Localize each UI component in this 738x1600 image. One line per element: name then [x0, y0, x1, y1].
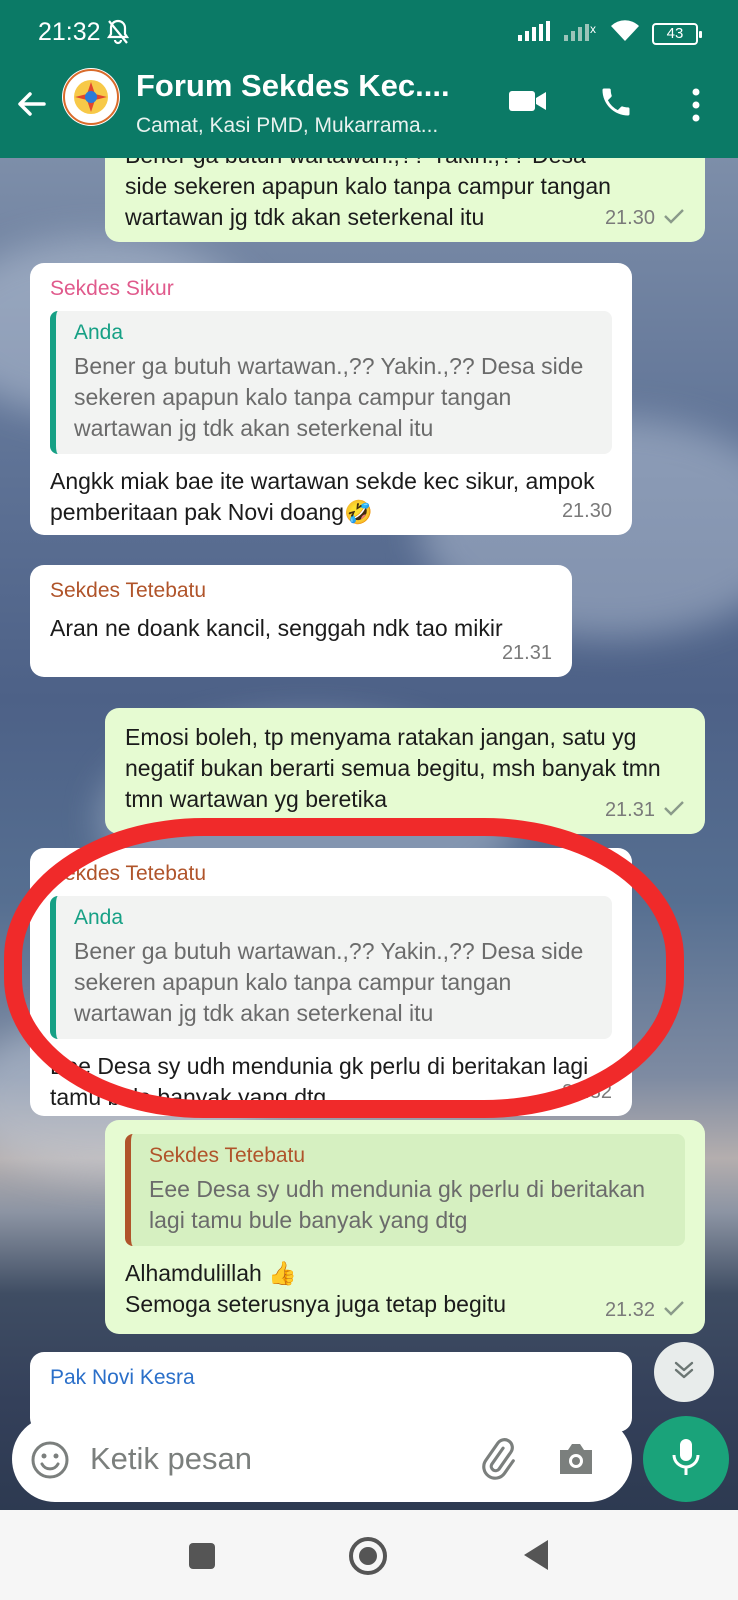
- message-bubble-outgoing[interactable]: Emosi boleh, tp menyama ratakan jangan, …: [105, 708, 705, 834]
- time-text: 21.31: [604, 799, 655, 821]
- emoji-icon[interactable]: [30, 1440, 70, 1485]
- signal-icon: [518, 21, 552, 46]
- quoted-sender: Anda: [74, 321, 124, 344]
- voice-call-icon[interactable]: [598, 84, 634, 125]
- quoted-text: Eee Desa sy udh mendunia gk perlu di ber…: [149, 1176, 646, 1233]
- attach-icon[interactable]: [476, 1438, 518, 1485]
- quoted-message[interactable]: Anda Bener ga butuh wartawan.,?? Yakin.,…: [50, 311, 612, 454]
- message-text: Bener ga butuh wartawan.,?? Yakin.,?? De…: [125, 158, 685, 233]
- message-bubble-outgoing[interactable]: Sekdes Tetebatu Eee Desa sy udh mendunia…: [105, 1120, 705, 1334]
- sent-check-icon: [663, 799, 685, 822]
- chat-wallpaper: Bener ga butuh wartawan.,?? Yakin.,?? De…: [0, 158, 738, 1510]
- wifi-icon: [610, 20, 640, 47]
- video-call-icon[interactable]: [508, 86, 548, 121]
- message-bubble-incoming[interactable]: Sekdes Tetebatu Anda Bener ga butuh wart…: [30, 848, 632, 1116]
- message-text: Emosi boleh, tp menyama ratakan jangan, …: [125, 724, 661, 812]
- quoted-text: Bener ga butuh wartawan.,?? Yakin.,?? De…: [74, 938, 584, 1026]
- status-icons: x 43: [518, 20, 702, 47]
- message-time: 21.31: [605, 799, 685, 822]
- sender-name: Sekdes Tetebatu: [50, 862, 207, 885]
- group-avatar[interactable]: [62, 68, 120, 126]
- sender-name: Sekdes Tetebatu: [50, 579, 207, 602]
- sender-name: Sekdes Sikur: [50, 277, 174, 300]
- message-text: Eee Desa sy udh mendunia gk perlu di ber…: [50, 1053, 589, 1110]
- quoted-sender: Anda: [74, 906, 124, 929]
- message-input[interactable]: [90, 1438, 470, 1480]
- group-title[interactable]: Forum Sekdes Kec....: [136, 68, 450, 104]
- quoted-sender: Sekdes Tetebatu: [149, 1144, 306, 1167]
- message-time: 21.32: [605, 1299, 685, 1322]
- message-text: Aran ne doank kancil, senggah ndk tao mi…: [50, 615, 503, 641]
- quoted-text: Bener ga butuh wartawan.,?? Yakin.,?? De…: [74, 353, 584, 441]
- sent-check-icon: [663, 1299, 685, 1322]
- bell-off-icon: [106, 18, 130, 51]
- message-line: side sekeren apapun kalo tanpa campur ta…: [125, 173, 611, 199]
- home-circle-icon[interactable]: [348, 1536, 388, 1581]
- message-time: 21.30: [605, 207, 685, 230]
- double-chevron-down-icon: [671, 1357, 697, 1388]
- message-line: Bener ga butuh wartawan.,?? Yakin.,?? De…: [125, 158, 685, 171]
- time-text: 21.30: [604, 207, 655, 229]
- quoted-message[interactable]: Anda Bener ga butuh wartawan.,?? Yakin.,…: [50, 896, 612, 1039]
- back-arrow-icon[interactable]: [14, 86, 50, 127]
- sent-check-icon: [663, 207, 685, 230]
- sender-name: Pak Novi Kesra: [50, 1366, 195, 1389]
- message-text: Alhamdulillah 👍 Semoga seterusnya juga t…: [125, 1260, 507, 1317]
- voice-record-button[interactable]: [643, 1416, 729, 1502]
- recents-square-icon[interactable]: [188, 1542, 216, 1575]
- message-time: 21.32: [561, 1081, 612, 1103]
- scroll-to-bottom-button[interactable]: [654, 1342, 714, 1402]
- camera-icon[interactable]: [556, 1440, 596, 1483]
- message-bubble-outgoing[interactable]: Bener ga butuh wartawan.,?? Yakin.,?? De…: [105, 158, 705, 242]
- microphone-icon: [671, 1437, 701, 1482]
- battery-icon: 43: [652, 22, 702, 45]
- time-text: 21.32: [604, 1299, 655, 1321]
- message-bubble-incoming[interactable]: Sekdes Sikur Anda Bener ga butuh wartawa…: [30, 263, 632, 535]
- chat-header: 21:32 x 43 Forum Sekdes Kec.... Camat, K…: [0, 0, 738, 158]
- message-composer: [12, 1416, 632, 1502]
- message-time: 21.30: [561, 500, 612, 522]
- system-navigation-bar: [0, 1510, 738, 1600]
- more-options-icon[interactable]: [690, 88, 702, 127]
- signal-2-icon: x: [564, 21, 598, 46]
- status-time: 21:32: [38, 18, 101, 46]
- message-time: 21.31: [501, 642, 552, 664]
- quoted-message[interactable]: Sekdes Tetebatu Eee Desa sy udh mendunia…: [125, 1134, 685, 1246]
- back-triangle-icon[interactable]: [520, 1538, 550, 1577]
- group-members[interactable]: Camat, Kasi PMD, Mukarrama...: [136, 114, 438, 138]
- message-bubble-incoming[interactable]: Sekdes Tetebatu Aran ne doank kancil, se…: [30, 565, 572, 677]
- message-line: wartawan jg tdk akan seterkenal itu: [125, 204, 485, 230]
- message-text: Angkk miak bae ite wartawan sekde kec si…: [50, 468, 595, 525]
- svg-text:x: x: [590, 22, 596, 36]
